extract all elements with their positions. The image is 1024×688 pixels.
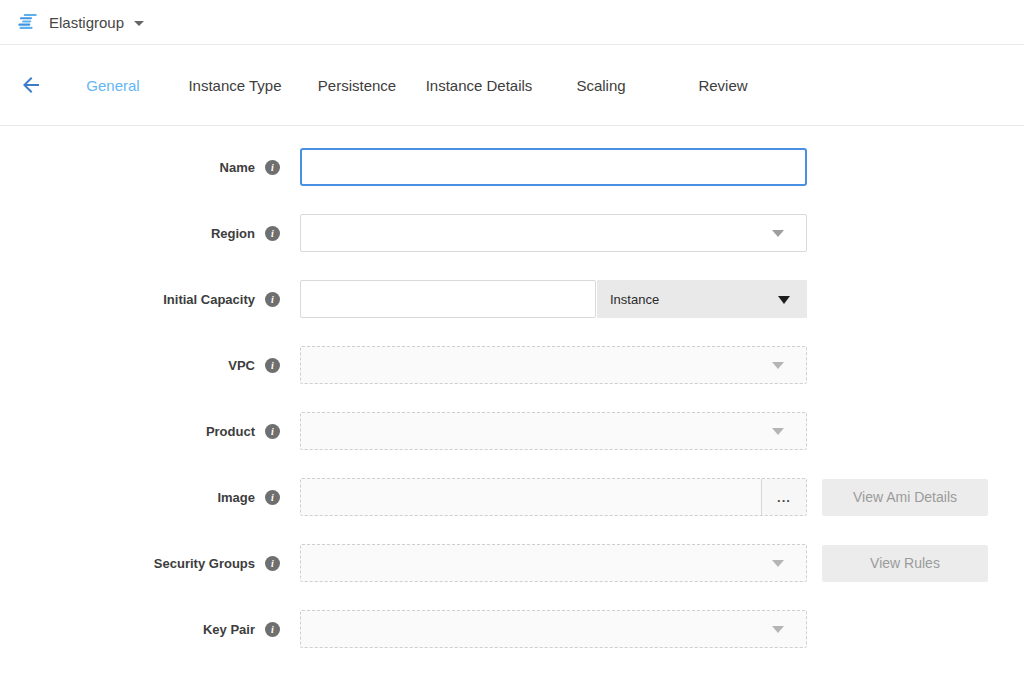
key-pair-select bbox=[300, 610, 807, 648]
vpc-select bbox=[300, 346, 807, 384]
image-picker-value bbox=[301, 479, 761, 515]
tab-persistence[interactable]: Persistence bbox=[296, 77, 418, 94]
form-row-product: Product i bbox=[0, 412, 1024, 450]
image-picker: ... bbox=[300, 478, 807, 516]
wizard-tabs: General Instance Type Persistence Instan… bbox=[52, 77, 784, 94]
form-row-security-groups: Security Groups i View Rules bbox=[0, 544, 1024, 582]
region-label: Region bbox=[211, 226, 255, 241]
key-pair-info-icon[interactable]: i bbox=[265, 622, 280, 637]
capacity-unit-value: Instance bbox=[610, 292, 659, 307]
form-row-initial-capacity: Initial Capacity i Instance bbox=[0, 280, 1024, 318]
name-input[interactable] bbox=[300, 148, 807, 186]
tab-general[interactable]: General bbox=[52, 77, 174, 94]
product-select bbox=[300, 412, 807, 450]
key-pair-label: Key Pair bbox=[203, 622, 255, 637]
view-rules-button[interactable]: View Rules bbox=[822, 545, 988, 582]
tab-instance-details[interactable]: Instance Details bbox=[418, 77, 540, 94]
image-info-icon[interactable]: i bbox=[265, 490, 280, 505]
form-row-region: Region i bbox=[0, 214, 1024, 252]
chevron-down-icon bbox=[772, 230, 784, 237]
product-label: Product bbox=[206, 424, 255, 439]
vpc-info-icon[interactable]: i bbox=[265, 358, 280, 373]
initial-capacity-info-icon[interactable]: i bbox=[265, 292, 280, 307]
capacity-unit-select[interactable]: Instance bbox=[597, 280, 807, 318]
initial-capacity-input[interactable] bbox=[300, 280, 596, 318]
region-info-icon[interactable]: i bbox=[265, 226, 280, 241]
view-ami-details-button[interactable]: View Ami Details bbox=[822, 479, 988, 516]
chevron-down-icon bbox=[772, 626, 784, 633]
vpc-label: VPC bbox=[228, 358, 255, 373]
tab-instance-type[interactable]: Instance Type bbox=[174, 77, 296, 94]
security-groups-select bbox=[300, 544, 807, 582]
region-select[interactable] bbox=[300, 214, 807, 252]
top-bar: Elastigroup bbox=[0, 0, 1024, 45]
form-row-name: Name i bbox=[0, 148, 1024, 186]
form-row-key-pair: Key Pair i bbox=[0, 610, 1024, 648]
wizard-tab-bar: General Instance Type Persistence Instan… bbox=[0, 45, 1024, 126]
back-arrow-icon[interactable] bbox=[19, 73, 43, 97]
elastigroup-logo-icon bbox=[16, 12, 38, 32]
chevron-down-icon[interactable] bbox=[134, 21, 144, 26]
form-row-vpc: VPC i bbox=[0, 346, 1024, 384]
product-info-icon[interactable]: i bbox=[265, 424, 280, 439]
app-title[interactable]: Elastigroup bbox=[49, 14, 124, 31]
security-groups-info-icon[interactable]: i bbox=[265, 556, 280, 571]
image-label: Image bbox=[217, 490, 255, 505]
chevron-down-icon bbox=[778, 296, 790, 304]
form-row-image: Image i ... View Ami Details bbox=[0, 478, 1024, 516]
name-label: Name bbox=[220, 160, 255, 175]
general-form: Name i Region i Initial Capacity i Insta… bbox=[0, 126, 1024, 648]
chevron-down-icon bbox=[772, 560, 784, 567]
chevron-down-icon bbox=[772, 428, 784, 435]
tab-review[interactable]: Review bbox=[662, 77, 784, 94]
name-info-icon[interactable]: i bbox=[265, 160, 280, 175]
initial-capacity-label: Initial Capacity bbox=[163, 292, 255, 307]
security-groups-label: Security Groups bbox=[154, 556, 255, 571]
image-browse-button[interactable]: ... bbox=[761, 479, 806, 515]
chevron-down-icon bbox=[772, 362, 784, 369]
tab-scaling[interactable]: Scaling bbox=[540, 77, 662, 94]
